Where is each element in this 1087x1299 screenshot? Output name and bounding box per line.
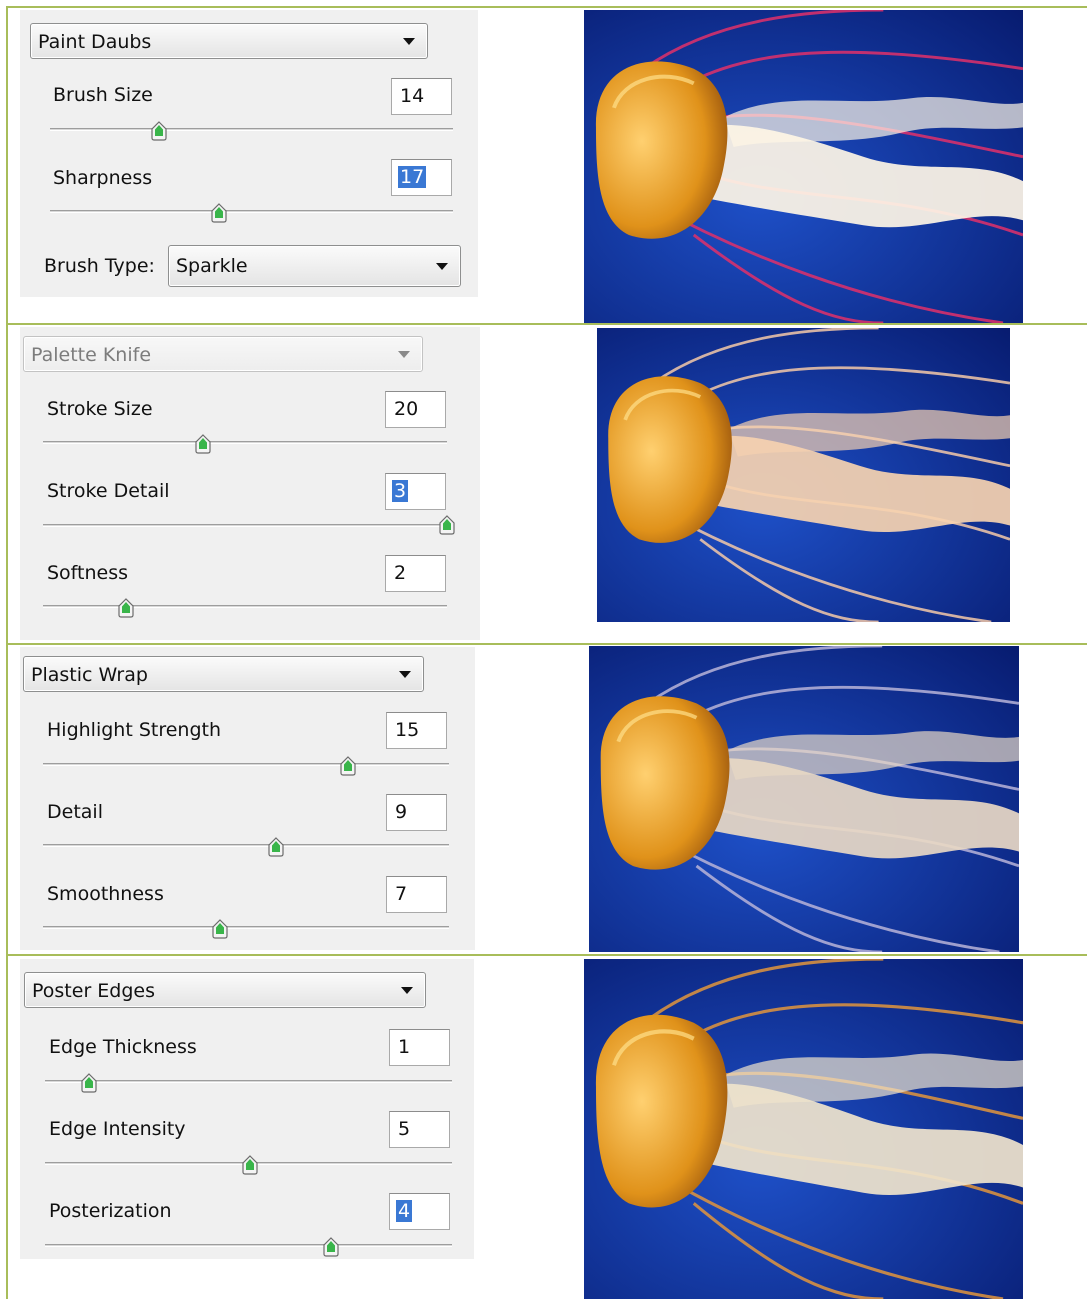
param-value-input[interactable]: 17 <box>391 159 452 196</box>
filter-select[interactable]: Plastic Wrap <box>23 656 424 692</box>
param-slider-track[interactable] <box>50 128 453 131</box>
param-slider-thumb[interactable] <box>322 1237 340 1257</box>
param-value-input[interactable]: 4 <box>389 1193 450 1230</box>
filter-options-panel: Plastic Wrap Highlight Strength 15 Detai… <box>20 647 475 950</box>
filter-select-value: Paint Daubs <box>38 31 152 53</box>
chevron-down-icon <box>399 671 411 678</box>
filter-options-panel: Paint Daubs Brush Size 14 Sharpness 17 B… <box>20 10 478 297</box>
param-value: 1 <box>398 1036 411 1058</box>
param-label: Softness <box>47 562 129 584</box>
param-slider-thumb[interactable] <box>194 434 212 454</box>
param-slider-thumb[interactable] <box>210 203 228 223</box>
jellyfish-preview-image <box>589 646 1019 952</box>
param-slider-thumb[interactable] <box>339 756 357 776</box>
param-value-input[interactable]: 14 <box>391 78 452 115</box>
param-label: Edge Thickness <box>49 1036 197 1058</box>
chevron-down-icon <box>403 38 415 45</box>
filter-select[interactable]: Poster Edges <box>24 972 426 1008</box>
param-label: Detail <box>47 801 103 823</box>
param-slider-track[interactable] <box>43 605 447 608</box>
param-value-input[interactable]: 5 <box>389 1111 450 1148</box>
table-row-divider <box>6 643 1087 645</box>
chevron-down-icon <box>398 351 410 358</box>
param-slider-track[interactable] <box>43 844 449 847</box>
param-value-input[interactable]: 1 <box>389 1029 450 1066</box>
param-label: Brush Size <box>53 84 153 106</box>
param-value: 15 <box>395 719 420 741</box>
param-label: Edge Intensity <box>49 1118 186 1140</box>
param-value-input[interactable]: 15 <box>386 712 447 749</box>
param-slider-track[interactable] <box>50 210 453 213</box>
param-slider-thumb[interactable] <box>150 121 168 141</box>
param-slider-thumb[interactable] <box>241 1155 259 1175</box>
param-label: Sharpness <box>53 167 153 189</box>
param-value: 14 <box>400 85 425 107</box>
chevron-down-icon <box>436 263 448 270</box>
brush-type-value: Sparkle <box>176 255 248 277</box>
brush-type-label: Brush Type: <box>44 255 155 277</box>
param-slider-track[interactable] <box>45 1080 452 1083</box>
param-value: 20 <box>394 398 419 420</box>
jellyfish-preview-image <box>584 10 1023 323</box>
param-slider-track[interactable] <box>43 524 447 527</box>
param-value-input[interactable]: 7 <box>386 876 447 913</box>
param-value-input[interactable]: 2 <box>385 555 446 592</box>
table-row-divider <box>6 323 1087 325</box>
param-slider-thumb[interactable] <box>211 919 229 939</box>
table-border-left <box>6 6 8 1299</box>
filter-select-value: Plastic Wrap <box>31 664 148 686</box>
filter-select-value: Poster Edges <box>32 980 156 1002</box>
filter-select[interactable]: Palette Knife <box>23 336 423 372</box>
jellyfish-preview-image <box>597 328 1010 622</box>
param-value: 5 <box>398 1118 411 1140</box>
param-slider-track[interactable] <box>45 1244 452 1247</box>
brush-type-select[interactable]: Sparkle <box>168 245 461 287</box>
param-value: 4 <box>396 1200 413 1222</box>
param-value-input[interactable]: 3 <box>385 473 446 510</box>
table-row-divider <box>6 954 1087 956</box>
param-value: 9 <box>395 801 408 823</box>
param-value: 7 <box>395 883 408 905</box>
table-border-top <box>6 6 1087 8</box>
filter-select-value: Palette Knife <box>31 344 152 366</box>
param-slider-thumb[interactable] <box>267 837 285 857</box>
jellyfish-preview-image <box>584 959 1023 1299</box>
param-slider-track[interactable] <box>43 441 447 444</box>
param-label: Smoothness <box>47 883 164 905</box>
param-value: 2 <box>394 562 407 584</box>
param-slider-thumb[interactable] <box>117 598 135 618</box>
param-label: Posterization <box>49 1200 172 1222</box>
filter-options-panel: Poster Edges Edge Thickness 1 Edge Inten… <box>20 959 474 1259</box>
param-value: 3 <box>392 480 409 502</box>
param-value-input[interactable]: 20 <box>385 391 446 428</box>
param-label: Stroke Size <box>47 398 153 420</box>
param-slider-thumb[interactable] <box>80 1073 98 1093</box>
filter-options-panel: Palette Knife Stroke Size 20 Stroke Deta… <box>20 327 480 640</box>
param-value: 17 <box>398 166 427 188</box>
param-label: Highlight Strength <box>47 719 222 741</box>
param-slider-track[interactable] <box>43 763 449 766</box>
param-slider-thumb[interactable] <box>438 515 456 535</box>
param-slider-track[interactable] <box>43 926 449 929</box>
param-label: Stroke Detail <box>47 480 170 502</box>
filter-select[interactable]: Paint Daubs <box>30 23 428 59</box>
param-value-input[interactable]: 9 <box>386 794 447 831</box>
chevron-down-icon <box>401 987 413 994</box>
